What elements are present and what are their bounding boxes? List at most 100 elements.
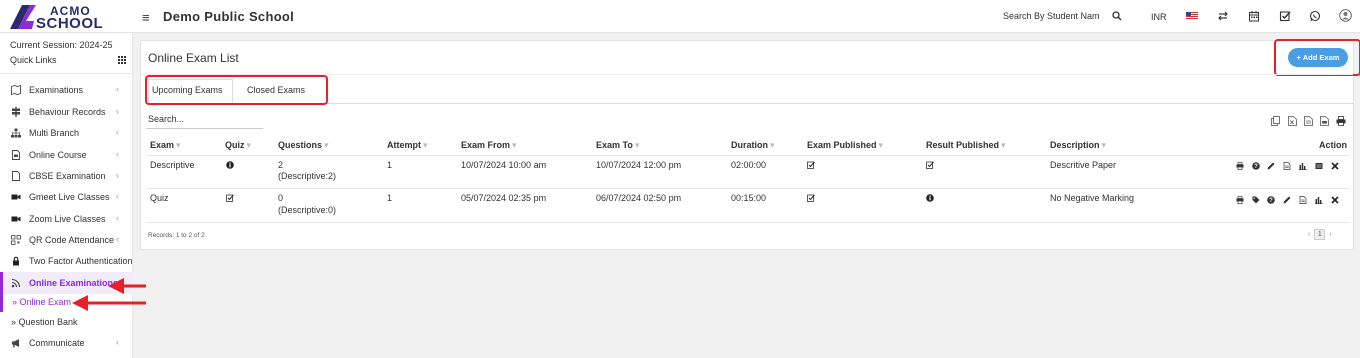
exchange-icon[interactable] (1217, 10, 1229, 22)
column-header-exam[interactable]: Exam ▾ (150, 140, 181, 151)
delete-icon[interactable] (1331, 196, 1339, 204)
sidebar-item-label: Online Course (29, 150, 87, 160)
column-header-description[interactable]: Description ▾ (1050, 140, 1106, 151)
search-underline (146, 128, 263, 129)
tag-icon[interactable] (1252, 196, 1260, 204)
checkbox-checked-icon (226, 194, 234, 202)
print-icon[interactable] (1236, 162, 1244, 170)
video-camera-icon (11, 194, 21, 200)
sidebar-item-label: Multi Branch (29, 128, 80, 138)
chevron-left-icon: ‹ (116, 337, 119, 347)
pencil-icon[interactable] (1267, 162, 1275, 170)
calendar-icon[interactable] (1248, 10, 1260, 22)
currency-selector[interactable]: INR (1151, 12, 1167, 22)
signpost-icon (12, 107, 20, 117)
print-icon[interactable] (1236, 196, 1244, 204)
sidebar-item-multi-branch[interactable]: Multi Branch ‹ (0, 123, 133, 143)
table-search-input[interactable]: Search... (148, 114, 184, 124)
sidebar-item-examinations[interactable]: Examinations ‹ (0, 80, 133, 100)
pagination-page[interactable]: 1 (1314, 229, 1326, 240)
column-header-exam-published[interactable]: Exam Published ▾ (807, 140, 883, 151)
sidebar-item-label: CBSE Examination (29, 171, 106, 181)
sidebar-item-cbse-examination[interactable]: CBSE Examination ‹ (0, 166, 133, 186)
search-icon[interactable] (1112, 11, 1122, 21)
annotation-highlight-box (1274, 39, 1360, 76)
bar-chart-icon[interactable] (1299, 162, 1307, 170)
copy-icon[interactable] (1271, 116, 1280, 126)
list-alt-icon[interactable] (1315, 162, 1323, 170)
menu-toggle-icon[interactable]: ≡ (142, 10, 150, 25)
chevron-left-icon: ‹ (116, 191, 119, 201)
school-logo[interactable]: ACMO SCHOOL (8, 3, 120, 32)
current-session: Current Session: 2024-25 (10, 40, 113, 50)
bar-chart-icon[interactable] (1315, 196, 1323, 204)
sidebar-item-label: Behaviour Records (29, 107, 106, 117)
info-circle-icon (226, 161, 234, 169)
delete-icon[interactable] (1331, 162, 1339, 170)
sidebar-item-label: Gmeet Live Classes (29, 192, 110, 202)
column-header-action: Action (1319, 140, 1347, 150)
svg-text:?: ? (1269, 198, 1273, 204)
print-icon[interactable] (1336, 116, 1346, 126)
annotation-highlight-box (145, 75, 328, 105)
task-checkbox-icon[interactable] (1279, 10, 1291, 22)
sitemap-icon (11, 128, 21, 138)
cell-exam: Descriptive (150, 160, 195, 170)
sidebar-divider (0, 73, 133, 74)
info-circle-icon (926, 194, 934, 202)
map-icon (11, 85, 21, 95)
question-circle-icon[interactable]: ? (1267, 196, 1275, 204)
pdf-icon[interactable] (1320, 116, 1329, 126)
sidebar-item-online-course[interactable]: Online Course ‹ (0, 145, 133, 165)
sidebar-item-label: Zoom Live Classes (29, 214, 106, 224)
chevron-left-icon: ‹ (116, 170, 119, 180)
excel-icon[interactable] (1288, 116, 1297, 126)
pagination-prev[interactable]: ‹ (1308, 231, 1310, 238)
column-header-quiz[interactable]: Quiz ▾ (225, 140, 251, 151)
column-header-duration[interactable]: Duration ▾ (731, 140, 775, 151)
sidebar-item-communicate[interactable]: Communicate ‹ (0, 333, 133, 353)
checkbox-checked-icon (926, 161, 934, 169)
sidebar-item-behaviour-records[interactable]: Behaviour Records ‹ (0, 102, 133, 122)
bullhorn-icon (12, 339, 19, 348)
cell-duration: 00:15:00 (731, 193, 767, 203)
cell-exam-from: 10/07/2024 10:00 am (461, 160, 547, 170)
pagination-next[interactable]: › (1329, 231, 1331, 238)
column-header-exam-from[interactable]: Exam From ▾ (461, 140, 517, 151)
file-text-icon[interactable] (1299, 196, 1307, 204)
us-flag-icon[interactable] (1186, 12, 1198, 20)
csv-icon[interactable] (1304, 116, 1313, 126)
column-header-exam-to[interactable]: Exam To ▾ (596, 140, 639, 151)
records-info: Records: 1 to 2 of 2 (148, 232, 205, 239)
student-search-input[interactable]: Search By Student Nam (1003, 11, 1100, 21)
row-divider (146, 222, 1350, 223)
sidebar-item-two-factor-authentication[interactable]: Two Factor Authentication (0, 251, 133, 271)
cell-exam-from: 05/07/2024 02:35 pm (461, 193, 547, 203)
rss-icon (11, 278, 21, 288)
sidebar-item-gmeet-live-classes[interactable]: Gmeet Live Classes ‹ (0, 187, 133, 207)
grid-icon[interactable] (118, 56, 126, 64)
sidebar-subitem-question-bank[interactable]: » Question Bank (0, 314, 133, 332)
user-avatar-icon[interactable] (1339, 9, 1352, 22)
file-video-icon (12, 150, 20, 160)
cell-description: No Negative Marking (1050, 193, 1135, 203)
cell-questions-detail: (Descriptive:2) (278, 171, 337, 181)
quick-links[interactable]: Quick Links (10, 55, 57, 65)
file-text-icon[interactable] (1283, 162, 1291, 170)
whatsapp-icon[interactable] (1309, 10, 1321, 22)
cell-exam-to: 06/07/2024 02:50 pm (596, 193, 682, 203)
cell-duration: 02:00:00 (731, 160, 767, 170)
top-navbar: ACMO SCHOOL ≡ Demo Public School Search … (0, 0, 1360, 33)
sidebar-item-zoom-live-classes[interactable]: Zoom Live Classes ‹ (0, 209, 133, 229)
sidebar-item-label: Communicate (29, 338, 85, 348)
question-circle-icon[interactable]: ? (1252, 162, 1260, 170)
column-header-questions[interactable]: Questions ▾ (278, 140, 329, 151)
chevron-left-icon: ‹ (116, 149, 119, 159)
logo-text-bottom: SCHOOL (36, 15, 104, 32)
pencil-icon[interactable] (1283, 196, 1291, 204)
chevron-left-icon: ‹ (116, 213, 119, 223)
svg-text:?: ? (1254, 164, 1258, 170)
column-header-result-published[interactable]: Result Published ▾ (926, 140, 1006, 151)
column-header-attempt[interactable]: Attempt ▾ (387, 140, 428, 151)
sidebar-item-qr-code-attendance[interactable]: QR Code Attendance ‹ (0, 230, 133, 250)
